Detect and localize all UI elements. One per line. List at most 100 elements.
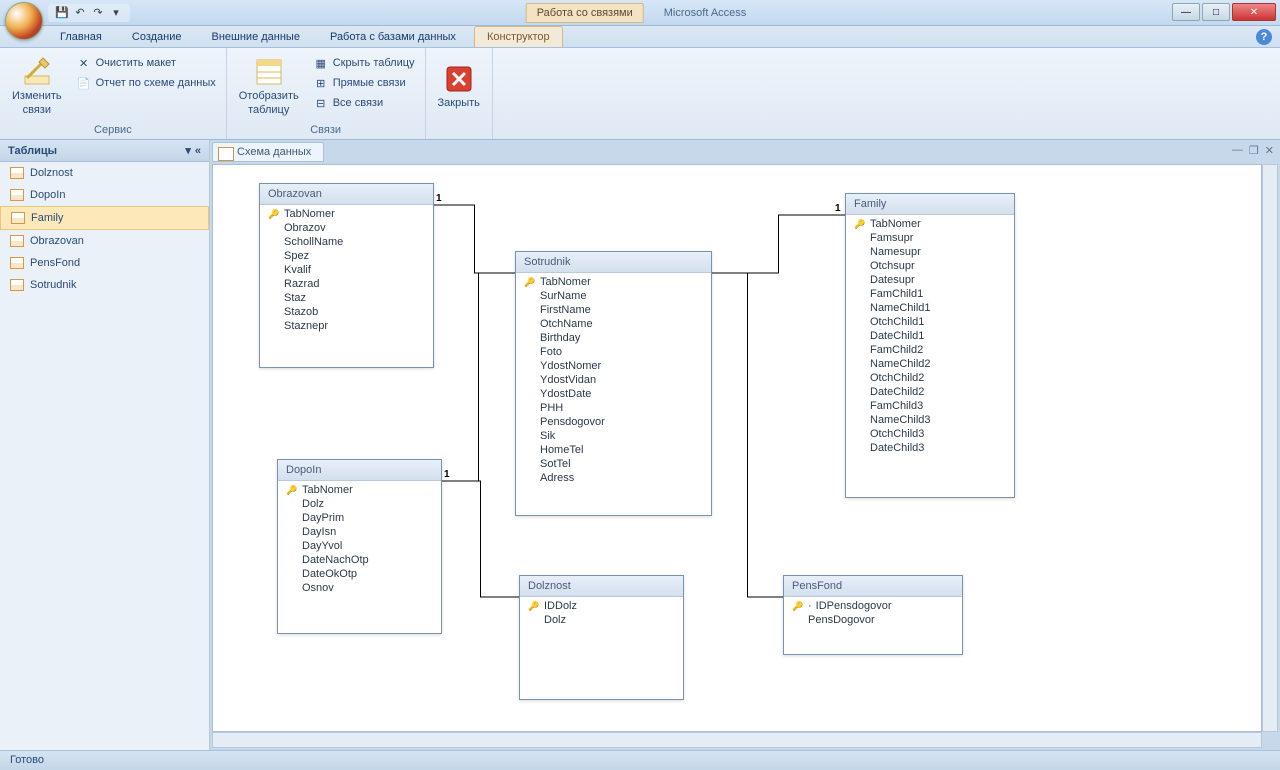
- doc-close-icon[interactable]: ✕: [1265, 144, 1274, 157]
- field-row[interactable]: HomeTel: [516, 443, 711, 457]
- field-row[interactable]: DateOkOtp: [278, 567, 441, 581]
- close-button[interactable]: ✕: [1232, 3, 1276, 21]
- field-row[interactable]: DayPrim: [278, 511, 441, 525]
- show-table-button[interactable]: Отобразить таблицу: [233, 52, 305, 120]
- field-row[interactable]: 🔑TabNomer: [516, 275, 711, 289]
- table-box[interactable]: Dolznost🔑IDDolzDolz: [519, 575, 684, 700]
- save-icon[interactable]: 💾: [54, 5, 70, 21]
- field-row[interactable]: Dolz: [278, 497, 441, 511]
- field-row[interactable]: DayIsn: [278, 525, 441, 539]
- field-row[interactable]: Foto: [516, 345, 711, 359]
- nav-item[interactable]: Sotrudnik: [0, 274, 209, 296]
- field-row[interactable]: YdostNomer: [516, 359, 711, 373]
- field-row[interactable]: FirstName: [516, 303, 711, 317]
- field-row[interactable]: SurName: [516, 289, 711, 303]
- hide-table-button[interactable]: ▦ Скрыть таблицу: [309, 54, 419, 72]
- nav-item[interactable]: PensFond: [0, 252, 209, 274]
- field-row[interactable]: Osnov: [278, 581, 441, 595]
- field-row[interactable]: Stazob: [260, 305, 433, 319]
- field-row[interactable]: NameChild3: [846, 413, 1014, 427]
- field-row[interactable]: YdostVidan: [516, 373, 711, 387]
- nav-header[interactable]: Таблицы ▾«: [0, 140, 209, 162]
- field-row[interactable]: DateChild2: [846, 385, 1014, 399]
- doc-tab[interactable]: Схема данных: [212, 142, 324, 162]
- help-icon[interactable]: ?: [1256, 29, 1272, 45]
- field-row[interactable]: Datesupr: [846, 273, 1014, 287]
- edit-relationships-button[interactable]: Изменить связи: [6, 52, 68, 120]
- field-row[interactable]: NameChild1: [846, 301, 1014, 315]
- field-row[interactable]: Obrazov: [260, 221, 433, 235]
- redo-icon[interactable]: ↷: [90, 5, 106, 21]
- close-schema-button[interactable]: Закрыть: [432, 52, 486, 120]
- field-row[interactable]: Spez: [260, 249, 433, 263]
- doc-restore-icon[interactable]: ❐: [1249, 144, 1259, 157]
- tab-home[interactable]: Главная: [48, 27, 114, 47]
- field-row[interactable]: Sik: [516, 429, 711, 443]
- field-row[interactable]: OtchChild3: [846, 427, 1014, 441]
- table-box[interactable]: PensFond🔑·IDPensdogovorPensDogovor: [783, 575, 963, 655]
- horizontal-scrollbar[interactable]: [212, 732, 1262, 748]
- field-row[interactable]: 🔑TabNomer: [260, 207, 433, 221]
- field-row[interactable]: Staznepr: [260, 319, 433, 333]
- field-row[interactable]: Famsupr: [846, 231, 1014, 245]
- table-box[interactable]: Family🔑TabNomerFamsuprNamesuprOtchsuprDa…: [845, 193, 1015, 498]
- field-row[interactable]: YdostDate: [516, 387, 711, 401]
- field-row[interactable]: SotTel: [516, 457, 711, 471]
- field-row[interactable]: OtchName: [516, 317, 711, 331]
- minimize-button[interactable]: —: [1172, 3, 1200, 21]
- field-row[interactable]: Dolz: [520, 613, 683, 627]
- field-row[interactable]: FamChild2: [846, 343, 1014, 357]
- maximize-button[interactable]: □: [1202, 3, 1230, 21]
- doc-min-icon[interactable]: —: [1232, 144, 1243, 157]
- tab-create[interactable]: Создание: [120, 27, 194, 47]
- document-area: Схема данных — ❐ ✕ Obrazovan🔑TabNomerObr…: [210, 140, 1280, 750]
- field-row[interactable]: OtchChild2: [846, 371, 1014, 385]
- table-icon: [10, 167, 24, 179]
- table-box[interactable]: Sotrudnik🔑TabNomerSurNameFirstNameOtchNa…: [515, 251, 712, 516]
- table-box[interactable]: DopoIn🔑TabNomerDolzDayPrimDayIsnDayYvolD…: [277, 459, 442, 634]
- direct-links-button[interactable]: ⊞ Прямые связи: [309, 74, 419, 92]
- nav-item[interactable]: Family: [0, 206, 209, 230]
- field-row[interactable]: DateNachOtp: [278, 553, 441, 567]
- field-row[interactable]: Pensdogovor: [516, 415, 711, 429]
- nav-item[interactable]: Obrazovan: [0, 230, 209, 252]
- chevron-down-icon[interactable]: ▾«: [185, 144, 201, 157]
- field-row[interactable]: Namesupr: [846, 245, 1014, 259]
- field-row[interactable]: FamChild3: [846, 399, 1014, 413]
- tab-design[interactable]: Конструктор: [474, 26, 563, 47]
- field-row[interactable]: 🔑IDDolz: [520, 599, 683, 613]
- field-row[interactable]: SchollName: [260, 235, 433, 249]
- field-row[interactable]: Otchsupr: [846, 259, 1014, 273]
- canvas[interactable]: Obrazovan🔑TabNomerObrazovSchollNameSpezK…: [212, 164, 1262, 732]
- field-row[interactable]: Adress: [516, 471, 711, 485]
- field-row[interactable]: 🔑·IDPensdogovor: [784, 599, 962, 613]
- field-row[interactable]: DayYvol: [278, 539, 441, 553]
- tab-external[interactable]: Внешние данные: [200, 27, 312, 47]
- field-row[interactable]: 🔑TabNomer: [278, 483, 441, 497]
- group-service-label: Сервис: [6, 122, 220, 139]
- field-row[interactable]: 🔑TabNomer: [846, 217, 1014, 231]
- field-row[interactable]: PHH: [516, 401, 711, 415]
- table-box[interactable]: Obrazovan🔑TabNomerObrazovSchollNameSpezK…: [259, 183, 434, 368]
- field-row[interactable]: OtchChild1: [846, 315, 1014, 329]
- nav-item[interactable]: Dolznost: [0, 162, 209, 184]
- field-row[interactable]: FamChild1: [846, 287, 1014, 301]
- nav-item[interactable]: DopoIn: [0, 184, 209, 206]
- field-row[interactable]: Birthday: [516, 331, 711, 345]
- field-row[interactable]: Razrad: [260, 277, 433, 291]
- field-row[interactable]: PensDogovor: [784, 613, 962, 627]
- office-button[interactable]: [5, 2, 43, 40]
- all-links-button[interactable]: ⊟ Все связи: [309, 94, 419, 112]
- clear-layout-button[interactable]: ✕ Очистить макет: [72, 54, 220, 72]
- schema-report-button[interactable]: 📄 Отчет по схеме данных: [72, 74, 220, 92]
- vertical-scrollbar[interactable]: [1262, 164, 1278, 732]
- field-row[interactable]: Kvalif: [260, 263, 433, 277]
- undo-icon[interactable]: ↶: [72, 5, 88, 21]
- tab-dbtools[interactable]: Работа с базами данных: [318, 27, 468, 47]
- qat-dropdown-icon[interactable]: ▾: [108, 5, 124, 21]
- field-row[interactable]: NameChild2: [846, 357, 1014, 371]
- field-row[interactable]: DateChild1: [846, 329, 1014, 343]
- statusbar: Готово: [0, 750, 1280, 770]
- field-row[interactable]: DateChild3: [846, 441, 1014, 455]
- field-row[interactable]: Staz: [260, 291, 433, 305]
